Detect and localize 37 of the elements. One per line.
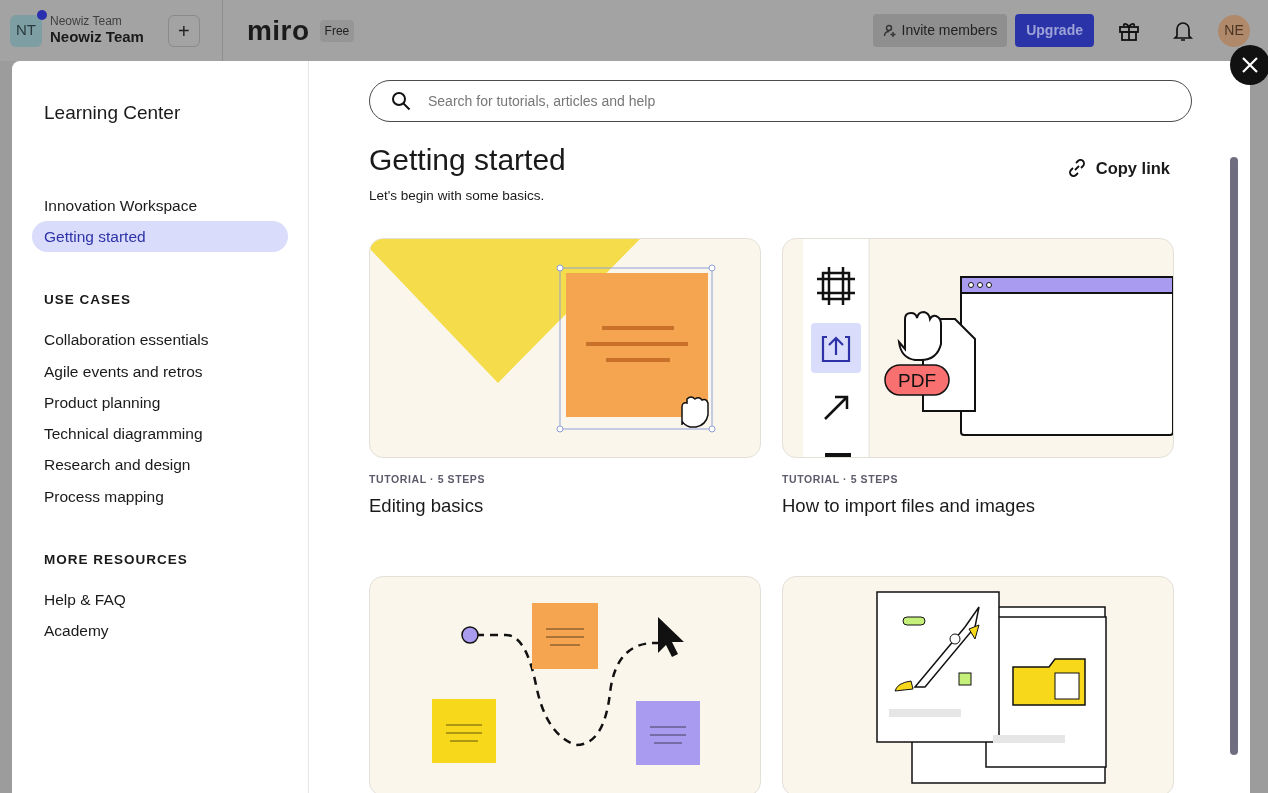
learning-center-title: Learning Center	[44, 101, 182, 125]
sidebar-item[interactable]: Getting started	[32, 220, 288, 252]
plan-badge: Free	[319, 19, 355, 42]
sidebar-item[interactable]: Help & FAQ	[32, 584, 288, 616]
sidebar-item[interactable]: Collaboration essentials	[32, 324, 288, 356]
sidebar-item[interactable]: Research and design	[32, 449, 288, 481]
page-heading: Getting started	[369, 142, 566, 178]
close-icon	[1241, 56, 1259, 74]
sidebar-item[interactable]: Agile events and retros	[32, 355, 288, 387]
copy-link-button[interactable]: Copy link	[1065, 156, 1170, 181]
sidebar-item[interactable]: Product planning	[32, 386, 288, 418]
subtitle: Let's begin with some basics.	[369, 187, 546, 205]
user-avatar[interactable]: NE	[1218, 14, 1250, 47]
search-field[interactable]: Search for tutorials, articles and help	[369, 80, 1192, 122]
invite-button[interactable]: Invite members	[872, 14, 1008, 47]
card-title[interactable]: Editing basics	[369, 492, 761, 520]
card-meta: TUTORIAL · 5 STEPS	[782, 472, 899, 488]
sidebar-item[interactable]: Innovation Workspace	[32, 189, 288, 221]
team-caption: Neowiz Team	[50, 14, 123, 29]
sidebar-item[interactable]: Technical diagramming	[32, 418, 288, 450]
sidebar-item[interactable]: Academy	[32, 615, 288, 647]
user-plus-icon	[882, 23, 897, 38]
logo[interactable]: miro	[246, 9, 310, 52]
card-image[interactable]	[782, 575, 1174, 793]
notification-dot	[37, 9, 47, 20]
section-heading: MORE RESOURCES	[44, 550, 189, 569]
section-heading: USE CASES	[44, 291, 133, 309]
team-name[interactable]: Neowiz Team	[50, 28, 144, 47]
add-button[interactable]: +	[167, 14, 200, 47]
card-image[interactable]: PDF	[782, 238, 1174, 459]
card-title[interactable]: How to import files and images	[782, 492, 1174, 520]
team-avatar[interactable]: NT	[10, 14, 42, 47]
search-icon	[391, 91, 411, 111]
upgrade-button[interactable]: Upgrade	[1015, 14, 1094, 47]
sidebar-item[interactable]: Process mapping	[32, 480, 288, 512]
card-meta: TUTORIAL · 5 STEPS	[369, 472, 486, 488]
file-type-label: PDF	[898, 370, 936, 392]
